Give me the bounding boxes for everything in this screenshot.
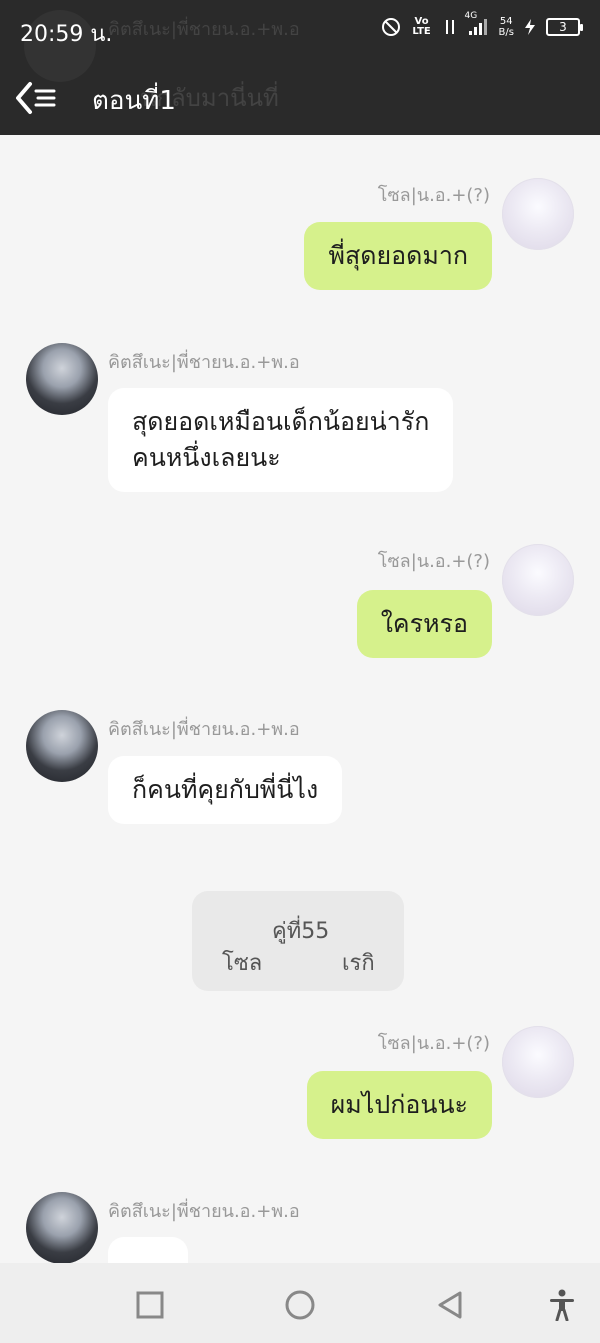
page-title: ตอนที่1 bbox=[92, 86, 176, 116]
net-speed-unit: B/s bbox=[498, 27, 514, 38]
square-icon[interactable] bbox=[130, 1285, 170, 1325]
sender-name: คิตสึเนะ|พี่ชายน.อ.+พ.อ bbox=[108, 719, 300, 740]
message-text-line: สุดยอดเหมือนเด็กน้อยน่ารัก bbox=[132, 407, 430, 436]
couple-card[interactable]: คู่ที่55 โซล เรกิ bbox=[192, 891, 404, 991]
battery-indicator: 3 bbox=[546, 18, 583, 36]
charging-icon bbox=[524, 18, 536, 36]
avatar[interactable] bbox=[26, 343, 98, 415]
avatar[interactable] bbox=[502, 1026, 574, 1098]
triangle-back-icon[interactable] bbox=[430, 1285, 470, 1325]
signal-icon: 4G bbox=[465, 11, 489, 37]
accessibility-icon[interactable] bbox=[542, 1285, 582, 1325]
card-title: คู่ที่55 bbox=[272, 919, 330, 944]
message-bubble[interactable]: พี่สุดยอดมาก bbox=[304, 222, 492, 290]
app-header: คิตสึเนะ|พี่ชายน.อ.+พ.อ นกลับมานี่นที่ 2… bbox=[0, 0, 600, 135]
message-bubble[interactable]: ก็คนที่คุยกับพี่นี่ไง bbox=[108, 756, 343, 824]
sender-name: โซล|น.อ.+(?) bbox=[377, 185, 490, 206]
card-left-name: โซล bbox=[222, 951, 263, 976]
sender-name: โซล|น.อ.+(?) bbox=[377, 551, 490, 572]
back-button[interactable] bbox=[14, 78, 62, 118]
message-bubble[interactable]: สุดยอดเหมือนเด็กน้อยน่ารัก คนหนึ่งเลยนะ bbox=[108, 388, 454, 492]
do-not-disturb-icon bbox=[381, 17, 401, 37]
sender-name: คิตสึเนะ|พี่ชายน.อ.+พ.อ bbox=[108, 1201, 300, 1222]
message-bubble[interactable]: ใครหรอ bbox=[356, 590, 492, 658]
avatar[interactable] bbox=[26, 1192, 98, 1264]
net-speed: 54 B/s bbox=[499, 16, 514, 38]
status-icons: Vo LTE 4G 54 B/s 3 bbox=[381, 11, 583, 38]
sender-name: คิตสึเนะ|พี่ชายน.อ.+พ.อ bbox=[108, 352, 300, 373]
message-text-line: คนหนึ่งเลยนะ bbox=[132, 443, 281, 472]
card-right-name: เรกิ bbox=[342, 951, 375, 976]
avatar[interactable] bbox=[502, 178, 574, 250]
data-arrows-icon bbox=[443, 17, 457, 37]
circle-icon[interactable] bbox=[280, 1285, 320, 1325]
avatar[interactable] bbox=[26, 710, 98, 782]
back-menu-icon bbox=[16, 82, 56, 114]
sender-name: โซล|น.อ.+(?) bbox=[377, 1033, 490, 1054]
network-type: 4G bbox=[464, 11, 478, 21]
system-nav-bar bbox=[0, 1263, 600, 1343]
message-bubble[interactable]: ผมไปก่อนนะ bbox=[306, 1071, 492, 1139]
volte-icon: Vo LTE bbox=[412, 16, 431, 37]
net-speed-value: 54 bbox=[499, 16, 513, 27]
ghost-name: คิตสึเนะ|พี่ชายน.อ.+พ.อ bbox=[108, 19, 300, 40]
avatar[interactable] bbox=[502, 544, 574, 616]
status-time: 20:59 น. bbox=[20, 22, 113, 47]
